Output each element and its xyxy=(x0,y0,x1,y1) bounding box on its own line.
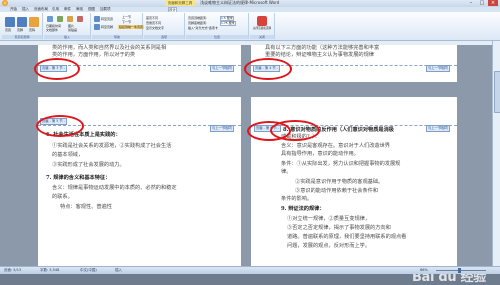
date-time-icon[interactable] xyxy=(47,16,53,22)
body-line: 具有指导作用，意识的能动作用。 xyxy=(281,151,359,157)
document-area: 类的作用，而人类和自然界以及社会的关系则是相 类的作用，方面作用，所以对于的类 … xyxy=(0,45,492,285)
same-as-previous-tag: 与上一节相同 xyxy=(210,125,234,132)
close-header-footer-icon[interactable] xyxy=(257,16,267,26)
insert-alignment-tab-button[interactable]: 插入"对齐方式"选项卡 xyxy=(188,26,218,30)
body-line: 条件的影响。 xyxy=(281,196,313,202)
body-line: ③意识的能动作用依赖于社会条件和 xyxy=(295,188,379,194)
goto-footer-button[interactable]: 转至页脚 xyxy=(101,25,113,29)
body-line: 道路。普遍联系的原理，我们要坚持用联系的观点看 xyxy=(287,234,407,240)
highlight-ellipse xyxy=(36,115,84,137)
scrollbar-thumb[interactable] xyxy=(494,71,500,113)
quick-parts-icon[interactable] xyxy=(57,16,63,22)
group-header-footer: 页眉 页脚 页码 页眉和页脚 xyxy=(2,13,43,39)
header-distance-label: 页眉顶端距离: xyxy=(188,16,208,20)
header-icon[interactable] xyxy=(5,17,15,27)
page-text: 具有以下三方面的功能（这种方法能够完善和丰富 xyxy=(265,45,380,51)
header-button[interactable]: 页眉 xyxy=(5,28,11,32)
body-line: ②实践是意识作用于物质的客观基础。 xyxy=(295,179,384,185)
body-line: 问题，发展的观点，反对形而上学。 xyxy=(287,243,371,249)
body-line: 的联系。 xyxy=(52,194,73,200)
page-text: 类的作用，而人类和自然界以及社会的关系则是相 xyxy=(52,45,167,51)
body-line: ①对立统一规律，②质量互变规律， xyxy=(287,216,371,222)
group-navigation: 转至页眉 转至页脚 上一节 下一节 链接到前一条页眉 导航 xyxy=(92,13,145,39)
vertical-scrollbar[interactable] xyxy=(492,41,500,266)
footer-distance-label: 页脚底端距离: xyxy=(188,21,208,25)
body-line: 条件：①从实际出发，努力认识和把握事物的发展规 xyxy=(281,161,401,167)
group-label: 导航 xyxy=(92,35,142,39)
picture-icon[interactable] xyxy=(67,16,73,22)
goto-header-icon[interactable] xyxy=(94,16,100,22)
group-label: 插入 xyxy=(44,35,90,39)
group-label: 页眉和页脚 xyxy=(2,35,42,39)
quick-parts-button[interactable]: 文档部件 xyxy=(46,28,58,32)
same-as-previous-tag: 与上一节相同 xyxy=(426,65,450,72)
body-line: 含义：意识是客观存在。意识对于人们改造世界 xyxy=(281,143,390,149)
different-odd-even-checkbox[interactable]: 奇偶页不同 xyxy=(146,21,161,25)
footer-button[interactable]: 页脚 xyxy=(17,28,23,32)
close-header-footer-button[interactable]: 关闭页眉和页脚 xyxy=(251,27,273,30)
zoom-slider-thumb[interactable] xyxy=(458,268,461,273)
group-options: 首页不同 奇偶页不同 显示文档文字 选项 xyxy=(144,13,185,39)
page-number-button[interactable]: 页码 xyxy=(29,28,35,32)
next-section-button[interactable]: 下一节 xyxy=(122,20,131,24)
page-text: 重要的结论，辩证唯物主义认为事物发展的规律 xyxy=(265,52,374,58)
zoom-slider[interactable] xyxy=(436,270,486,271)
maximize-button[interactable]: □ xyxy=(477,0,487,6)
group-position: 页眉顶端距离: 页脚底端距离: 1.5 厘米 1.75 厘米 插入"对齐方式"选… xyxy=(186,13,249,39)
minimize-button[interactable]: – xyxy=(466,0,476,6)
context-tab-label: 页眉和页脚工具 xyxy=(165,0,195,6)
group-insert: 日期和时间 文档部件 图片 剪贴画 插入 xyxy=(44,13,91,39)
body-line: ③否定之否定规律，揭示了事物发展的方向和 xyxy=(287,225,391,231)
goto-footer-icon[interactable] xyxy=(94,24,100,30)
group-label: 位置 xyxy=(186,35,248,39)
close-button[interactable]: × xyxy=(488,0,498,6)
body-line: 含义：规律是事物运动发展中的本质的、必然的和稳定 xyxy=(52,185,177,191)
highlight-ellipse xyxy=(34,58,80,80)
heading-7: 7. 规律的含义和基本特征： xyxy=(46,175,111,181)
heading-9: 9. 辩证法的规律： xyxy=(281,206,325,212)
previous-section-button[interactable]: 上一节 xyxy=(122,15,131,19)
clip-art-button[interactable]: 剪贴画 xyxy=(68,28,77,32)
ribbon: 页眉 页脚 页码 页眉和页脚 日期和时间 文档部件 图片 剪贴画 插入 转至页眉… xyxy=(0,12,500,41)
title-bar: 页眉和页脚工具 浅谈唯物主义辩证法的规律-Microsoft Word – □ … xyxy=(0,0,500,7)
page-number-icon[interactable] xyxy=(29,17,39,27)
body-line: 的基本领域， xyxy=(52,152,84,158)
office-button[interactable] xyxy=(2,0,8,6)
highlight-ellipse xyxy=(270,120,320,141)
highlight-ellipse xyxy=(244,58,292,80)
body-line: ③实践形成了社会发展的动力。 xyxy=(52,162,125,168)
same-as-previous-tag: 与上一节相同 xyxy=(210,65,234,72)
body-line: 律。 xyxy=(281,169,292,175)
window-title: 浅谈唯物主义辩证法的规律-Microsoft Word xyxy=(200,0,280,5)
different-first-page-checkbox[interactable]: 首页不同 xyxy=(146,16,158,20)
body-line: 特点：客观性、普遍性 xyxy=(60,204,112,210)
footer-distance-input[interactable]: 1.75 厘米 xyxy=(220,21,236,26)
group-label: 选项 xyxy=(144,35,184,39)
link-to-previous-button[interactable]: 链接到前一条页眉 xyxy=(118,25,145,29)
goto-header-button[interactable]: 转至页眉 xyxy=(101,17,113,21)
clip-art-icon[interactable] xyxy=(77,16,83,22)
same-as-previous-tag: 与上一节相同 xyxy=(426,125,450,132)
footer-icon[interactable] xyxy=(17,17,27,27)
group-close: 关闭页眉和页脚 关闭 xyxy=(250,13,275,39)
body-line: ①实践是社会关系的发源地，②实践构成了社会生活 xyxy=(52,143,172,149)
group-label: 关闭 xyxy=(250,35,274,39)
show-document-text-checkbox[interactable]: 显示文档文字 xyxy=(146,26,164,30)
